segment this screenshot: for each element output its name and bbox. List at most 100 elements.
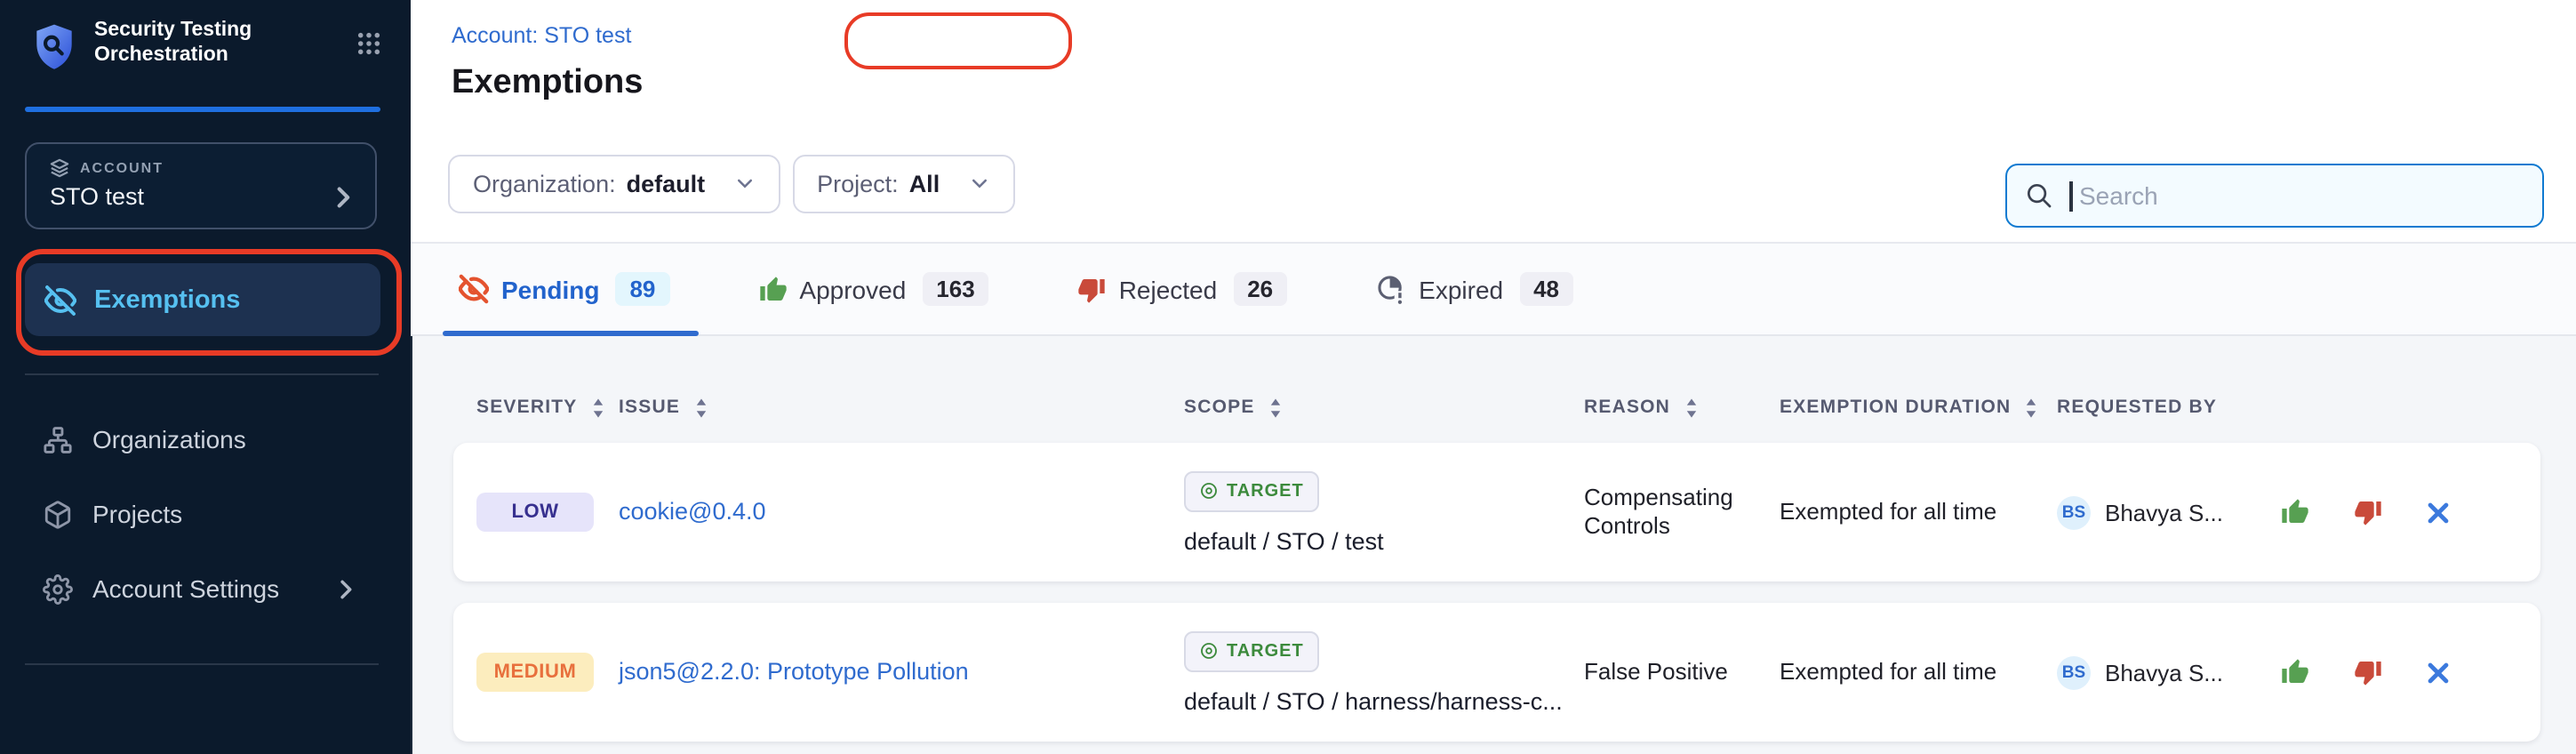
column-header-requested-by: REQUESTED BY xyxy=(2057,397,2279,418)
app-grid-icon[interactable] xyxy=(357,32,380,55)
close-icon xyxy=(2427,661,2450,684)
target-icon xyxy=(1200,482,1218,500)
search-input[interactable] xyxy=(2076,180,2524,212)
sidebar-item-exemptions[interactable]: Exemptions xyxy=(25,263,380,336)
cube-icon xyxy=(43,499,73,529)
sort-icon xyxy=(1268,396,1284,419)
search-icon xyxy=(2025,181,2053,210)
account-name: STO test xyxy=(50,183,144,210)
app-title: Security Testing Orchestration xyxy=(94,20,304,68)
sidebar-accent-divider xyxy=(25,107,380,111)
filter-bar: Organization: default Project: All xyxy=(411,124,2576,242)
breadcrumb-account-link[interactable]: Account: STO test xyxy=(452,23,631,48)
app-logo-row: Security Testing Orchestration xyxy=(32,20,380,75)
sort-icon xyxy=(2023,396,2039,419)
table-row[interactable]: MEDIUM json5@2.2.0: Prototype Pollution … xyxy=(453,603,2540,742)
tab-label: Expired xyxy=(1419,275,1503,303)
sidebar-item-projects[interactable]: Projects xyxy=(0,477,411,551)
reason-cell: Compensating Controls xyxy=(1584,484,1780,541)
organization-filter-value: default xyxy=(627,170,706,197)
severity-badge: MEDIUM xyxy=(476,653,594,692)
issue-link[interactable]: cookie@0.4.0 xyxy=(619,498,766,525)
sidebar-item-organizations[interactable]: Organizations xyxy=(0,402,411,477)
column-header-reason[interactable]: REASON xyxy=(1584,396,1780,419)
sidebar: Security Testing Orchestration ACCOUNT S… xyxy=(0,0,412,754)
sidebar-divider xyxy=(25,663,379,665)
tab-pending[interactable]: Pending 89 xyxy=(459,244,669,334)
eye-off-icon xyxy=(44,284,76,316)
scope-path: default / STO / harness/harness-c... xyxy=(1184,687,1584,714)
column-header-severity[interactable]: SEVERITY xyxy=(476,396,619,419)
org-chart-icon xyxy=(43,424,73,454)
duration-cell: Exempted for all time xyxy=(1780,498,2057,526)
approve-button[interactable] xyxy=(2281,658,2309,686)
tab-count-badge: 26 xyxy=(1233,272,1287,306)
search-box[interactable] xyxy=(2005,164,2544,228)
tab-label: Pending xyxy=(501,275,599,303)
main-content: Account: STO test Exemptions Organizatio… xyxy=(411,0,2576,754)
sort-icon xyxy=(692,396,708,419)
row-actions xyxy=(2279,498,2540,526)
tab-label: Approved xyxy=(799,275,906,303)
thumbs-up-icon xyxy=(2281,498,2309,526)
sidebar-item-label: Account Settings xyxy=(92,574,279,603)
column-header-scope[interactable]: SCOPE xyxy=(1184,396,1584,419)
row-actions xyxy=(2279,658,2540,686)
tab-label: Rejected xyxy=(1119,275,1218,303)
reject-button[interactable] xyxy=(2354,658,2382,686)
organization-filter-dropdown[interactable]: Organization: default xyxy=(448,154,780,213)
requester-name: Bhavya S... xyxy=(2105,659,2223,686)
chevron-down-icon xyxy=(733,172,755,194)
annotation-ring-breadcrumb xyxy=(844,12,1072,69)
gear-icon xyxy=(43,574,73,604)
target-icon xyxy=(1200,642,1218,660)
tab-count-badge: 89 xyxy=(615,272,669,306)
scope-path: default / STO / test xyxy=(1184,527,1584,554)
scope-cell: TARGET default / STO / test xyxy=(1184,470,1584,554)
exemptions-table: SEVERITY ISSUE SCOPE REASON EXEMPTION DU… xyxy=(411,336,2576,754)
close-icon xyxy=(2427,501,2450,524)
sidebar-item-label: Projects xyxy=(92,500,182,528)
issue-link[interactable]: json5@2.2.0: Prototype Pollution xyxy=(619,658,969,685)
tab-expired[interactable]: Expired 48 xyxy=(1376,244,1573,334)
thumbs-down-icon xyxy=(1078,275,1107,303)
sidebar-menu: Organizations Projects Account Settings xyxy=(0,402,411,626)
organization-filter-label: Organization: xyxy=(473,170,616,197)
expired-clock-icon xyxy=(1376,274,1406,304)
reason-cell: False Positive xyxy=(1584,658,1780,686)
column-header-exemption-duration[interactable]: EXEMPTION DURATION xyxy=(1780,396,2057,419)
exemption-status-tabs: Pending 89 Approved 163 Rejected 26 xyxy=(411,242,2576,336)
sort-icon xyxy=(589,396,605,419)
tab-rejected[interactable]: Rejected 26 xyxy=(1078,244,1287,334)
chevron-right-icon xyxy=(334,186,352,207)
account-scope-label: ACCOUNT xyxy=(80,160,164,176)
project-filter-value: All xyxy=(909,170,940,197)
sidebar-item-account-settings[interactable]: Account Settings xyxy=(0,551,411,626)
sidebar-divider xyxy=(25,373,379,375)
project-filter-dropdown[interactable]: Project: All xyxy=(792,154,1014,213)
duration-cell: Exempted for all time xyxy=(1780,658,2057,686)
text-caret xyxy=(2069,180,2072,211)
requester-name: Bhavya S... xyxy=(2105,499,2223,525)
tab-approved[interactable]: Approved 163 xyxy=(758,244,988,334)
shield-logo-icon xyxy=(32,23,76,75)
sidebar-item-label: Exemptions xyxy=(94,285,240,314)
avatar: BS xyxy=(2057,655,2091,689)
thumbs-down-icon xyxy=(2354,658,2382,686)
table-header-row: SEVERITY ISSUE SCOPE REASON EXEMPTION DU… xyxy=(453,391,2540,423)
screen: Security Testing Orchestration ACCOUNT S… xyxy=(0,0,2576,754)
requested-by-cell: BS Bhavya S... xyxy=(2057,655,2279,689)
table-row[interactable]: LOW cookie@0.4.0 TARGET default / STO / … xyxy=(453,443,2540,582)
reject-button[interactable] xyxy=(2354,498,2382,526)
scope-type-badge: TARGET xyxy=(1184,630,1320,671)
approve-button[interactable] xyxy=(2281,498,2309,526)
thumbs-up-icon xyxy=(758,275,787,303)
severity-badge: LOW xyxy=(476,493,594,532)
avatar: BS xyxy=(2057,495,2091,529)
cancel-button[interactable] xyxy=(2427,661,2450,684)
column-header-issue[interactable]: ISSUE xyxy=(619,396,1184,419)
cancel-button[interactable] xyxy=(2427,501,2450,524)
tab-count-badge: 163 xyxy=(922,272,988,306)
scope-type-badge: TARGET xyxy=(1184,470,1320,511)
account-scope-selector[interactable]: ACCOUNT STO test xyxy=(25,142,377,229)
